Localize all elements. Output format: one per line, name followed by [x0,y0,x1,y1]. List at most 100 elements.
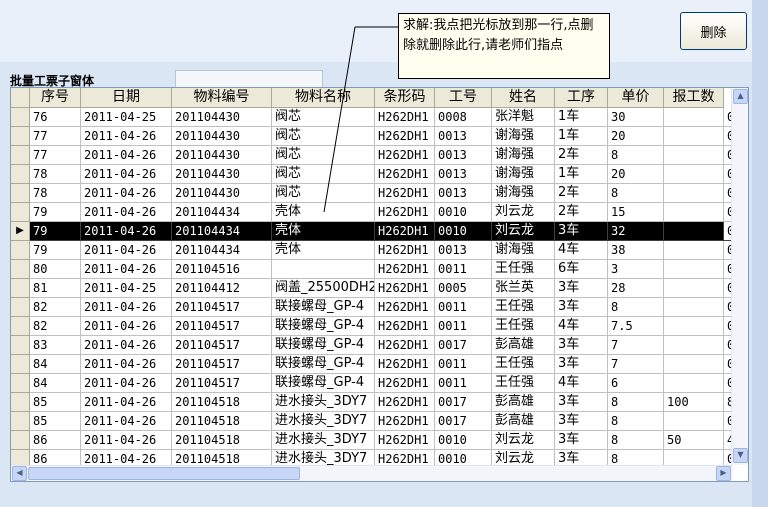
cell-process[interactable]: 3车 [555,279,608,298]
cell-unit-price[interactable]: 8 [608,184,664,203]
cell-date[interactable]: 2011-04-25 [81,108,172,127]
cell-employee-id[interactable]: 0017 [435,336,492,355]
cell-date[interactable]: 2011-04-26 [81,355,172,374]
cell-report-qty[interactable] [664,279,724,298]
cell-process[interactable]: 2车 [555,184,608,203]
cell-material-code[interactable]: 201104517 [172,355,272,374]
scroll-up-icon[interactable]: ▲ [733,89,748,104]
cell-name[interactable]: 谢海强 [492,146,555,165]
cell-unit-price[interactable]: 15 [608,203,664,222]
cell-seq[interactable]: 77 [30,146,81,165]
cell-date[interactable]: 2011-04-26 [81,260,172,279]
cell-material-name[interactable]: 阀芯 [272,184,375,203]
cell-seq[interactable]: 79 [30,222,81,241]
cell-material-code[interactable]: 201104518 [172,412,272,431]
row-selector[interactable] [11,298,30,317]
scroll-down-icon[interactable]: ▼ [733,448,748,463]
cell-barcode[interactable]: H262DH1 [375,298,435,317]
cell-unit-price[interactable]: 38 [608,241,664,260]
cell-unit-price[interactable]: 8 [608,393,664,412]
row-selector[interactable] [11,279,30,298]
row-selector[interactable] [11,127,30,146]
cell-barcode[interactable]: H262DH1 [375,374,435,393]
cell-material-name[interactable]: 阀芯 [272,127,375,146]
cell-date[interactable]: 2011-04-26 [81,241,172,260]
table-row[interactable]: 85 2011-04-26 201104518 进水接头_3DY7 H262DH1 001… [11,412,748,431]
grid-corner[interactable] [11,88,30,108]
cell-process[interactable]: 4车 [555,317,608,336]
cell-material-name[interactable]: 进水接头_3DY7 [272,431,375,450]
cell-process[interactable]: 4车 [555,374,608,393]
cell-employee-id[interactable]: 0017 [435,393,492,412]
cell-barcode[interactable]: H262DH1 [375,184,435,203]
cell-unit-price[interactable]: 8 [608,431,664,450]
cell-seq[interactable]: 78 [30,184,81,203]
horizontal-scrollbar[interactable]: ◀ ▶ [11,465,733,481]
cell-report-qty[interactable] [664,165,724,184]
table-row[interactable]: 81 2011-04-25 201104412 阀盖_25500DH2 H262DH1 0… [11,279,748,298]
cell-unit-price[interactable]: 7.5 [608,317,664,336]
table-row[interactable]: 84 2011-04-26 201104517 联接螺母_GP-4 H262DH1 001… [11,355,748,374]
delete-button[interactable]: 删除 [680,12,747,50]
cell-material-code[interactable]: 201104430 [172,146,272,165]
table-row[interactable]: 78 2011-04-26 201104430 阀芯 H262DH1 0013 谢海强 2车 8… [11,184,748,203]
cell-employee-id[interactable]: 0005 [435,279,492,298]
row-selector[interactable] [11,165,30,184]
cell-material-code[interactable]: 201104517 [172,374,272,393]
cell-employee-id[interactable]: 0011 [435,317,492,336]
cell-material-name[interactable]: 阀芯 [272,108,375,127]
cell-employee-id[interactable]: 0011 [435,260,492,279]
cell-employee-id[interactable]: 0010 [435,431,492,450]
cell-seq[interactable]: 79 [30,241,81,260]
cell-seq[interactable]: 81 [30,279,81,298]
cell-unit-price[interactable]: 3 [608,260,664,279]
cell-material-code[interactable]: 201104516 [172,260,272,279]
cell-material-name[interactable]: 进水接头_3DY7 [272,412,375,431]
cell-date[interactable]: 2011-04-26 [81,203,172,222]
cell-report-qty[interactable]: 50 [664,431,724,450]
table-row[interactable]: 77 2011-04-26 201104430 阀芯 H262DH1 0013 谢海强 2车 8… [11,146,748,165]
cell-report-qty[interactable] [664,298,724,317]
cell-name[interactable]: 谢海强 [492,241,555,260]
cell-barcode[interactable]: H262DH1 [375,203,435,222]
cell-material-code[interactable]: 201104517 [172,298,272,317]
cell-date[interactable]: 2011-04-26 [81,165,172,184]
cell-material-code[interactable]: 201104517 [172,336,272,355]
table-row[interactable]: 82 2011-04-26 201104517 联接螺母_GP-4 H262DH1 001… [11,298,748,317]
cell-name[interactable]: 刘云龙 [492,203,555,222]
cell-seq[interactable]: 76 [30,108,81,127]
cell-seq[interactable]: 80 [30,260,81,279]
cell-barcode[interactable]: H262DH1 [375,165,435,184]
cell-seq[interactable]: 82 [30,317,81,336]
cell-date[interactable]: 2011-04-26 [81,431,172,450]
cell-name[interactable]: 刘云龙 [492,222,555,241]
cell-employee-id[interactable]: 0013 [435,146,492,165]
cell-barcode[interactable]: H262DH1 [375,412,435,431]
row-selector[interactable] [11,336,30,355]
cell-unit-price[interactable]: 7 [608,336,664,355]
cell-employee-id[interactable]: 0011 [435,355,492,374]
column-header-report-qty[interactable]: 报工数 [664,88,724,108]
cell-unit-price[interactable]: 8 [608,298,664,317]
cell-name[interactable]: 王任强 [492,374,555,393]
cell-barcode[interactable]: H262DH1 [375,336,435,355]
table-row[interactable]: 82 2011-04-26 201104517 联接螺母_GP-4 H262DH1 001… [11,317,748,336]
cell-process[interactable]: 3车 [555,336,608,355]
column-header-seq[interactable]: 序号 [30,88,81,108]
cell-seq[interactable]: 85 [30,393,81,412]
cell-unit-price[interactable]: 30 [608,108,664,127]
cell-employee-id[interactable]: 0011 [435,298,492,317]
cell-process[interactable]: 1车 [555,165,608,184]
cell-name[interactable]: 彭高雄 [492,336,555,355]
cell-seq[interactable]: 86 [30,431,81,450]
cell-barcode[interactable]: H262DH1 [375,279,435,298]
cell-report-qty[interactable] [664,412,724,431]
cell-material-code[interactable]: 201104434 [172,241,272,260]
cell-seq[interactable]: 79 [30,203,81,222]
column-header-name[interactable]: 姓名 [492,88,555,108]
cell-seq[interactable]: 82 [30,298,81,317]
cell-barcode[interactable]: H262DH1 [375,146,435,165]
cell-process[interactable]: 1车 [555,127,608,146]
cell-barcode[interactable]: H262DH1 [375,127,435,146]
row-selector[interactable] [11,317,30,336]
